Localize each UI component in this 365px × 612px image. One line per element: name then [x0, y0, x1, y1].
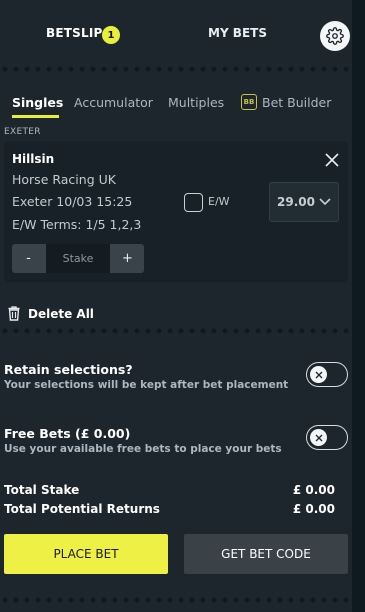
market-name: Horse Racing UK	[12, 172, 116, 187]
perforation-divider	[0, 328, 352, 334]
odds-value: 29.00	[277, 195, 315, 209]
retain-selections-desc: Your selections will be kept after bet p…	[4, 379, 289, 391]
close-icon	[315, 434, 322, 441]
close-icon[interactable]	[324, 152, 340, 168]
bet-type-tabs: Singles Accumulator Multiples Bet Builde…	[0, 76, 352, 120]
active-tab-underline	[12, 115, 59, 118]
settings-button[interactable]	[320, 21, 350, 51]
betslip-count-badge: 1	[102, 26, 120, 44]
odds-button[interactable]: 29.00	[269, 182, 339, 222]
betslip-panel: BETSLIP 1 MY BETS Singles Accumulator Mu…	[0, 0, 352, 612]
place-bet-button[interactable]: PLACE BET	[4, 534, 168, 574]
ew-terms: E/W Terms: 1/5 1,2,3	[12, 217, 142, 232]
toggle-knob	[310, 366, 327, 383]
gear-icon	[326, 27, 344, 45]
free-bets-desc: Use your available free bets to place yo…	[4, 443, 282, 455]
total-stake-value: £ 0.00	[292, 483, 335, 497]
tab-betslip[interactable]: BETSLIP	[46, 26, 102, 40]
perforation-divider	[0, 66, 352, 72]
event-time: Exeter 10/03 15:25	[12, 194, 133, 209]
get-bet-code-button[interactable]: GET BET CODE	[184, 534, 348, 574]
retain-selections-toggle[interactable]	[306, 362, 348, 387]
runner-name: Hillsin	[12, 152, 55, 166]
tab-bet-builder[interactable]: Bet Builder	[262, 95, 331, 110]
trash-icon	[8, 306, 20, 321]
stake-input[interactable]	[46, 244, 110, 273]
tab-my-bets[interactable]: MY BETS	[208, 26, 267, 40]
total-returns-value: £ 0.00	[292, 502, 335, 516]
chevron-down-icon	[319, 198, 331, 206]
each-way-label: E/W	[208, 195, 230, 208]
toggle-knob	[310, 429, 327, 446]
total-stake-label: Total Stake	[4, 483, 80, 497]
tab-singles[interactable]: Singles	[12, 95, 63, 110]
free-bets-title: Free Bets (£ 0.00)	[4, 426, 131, 441]
stake-stepper: - +	[12, 244, 144, 273]
close-icon	[315, 371, 322, 378]
tab-multiples[interactable]: Multiples	[168, 95, 224, 110]
retain-selections-title: Retain selections?	[4, 362, 133, 377]
bet-builder-icon: BB	[241, 94, 257, 110]
delete-all-label: Delete All	[28, 306, 94, 321]
each-way-checkbox[interactable]	[184, 193, 203, 212]
perforation-divider	[0, 597, 352, 603]
meeting-name: EXETER	[4, 127, 41, 137]
decrease-stake-button[interactable]: -	[12, 244, 45, 273]
selection-card: Hillsin Horse Racing UK Exeter 10/03 15:…	[4, 141, 348, 282]
scrollbar[interactable]	[352, 0, 365, 612]
free-bets-toggle[interactable]	[306, 425, 348, 450]
delete-all-button[interactable]: Delete All	[8, 306, 94, 321]
total-returns-label: Total Potential Returns	[4, 502, 160, 516]
tab-accumulator[interactable]: Accumulator	[74, 95, 153, 110]
betslip-header: BETSLIP 1 MY BETS	[0, 0, 352, 68]
increase-stake-button[interactable]: +	[111, 244, 144, 273]
